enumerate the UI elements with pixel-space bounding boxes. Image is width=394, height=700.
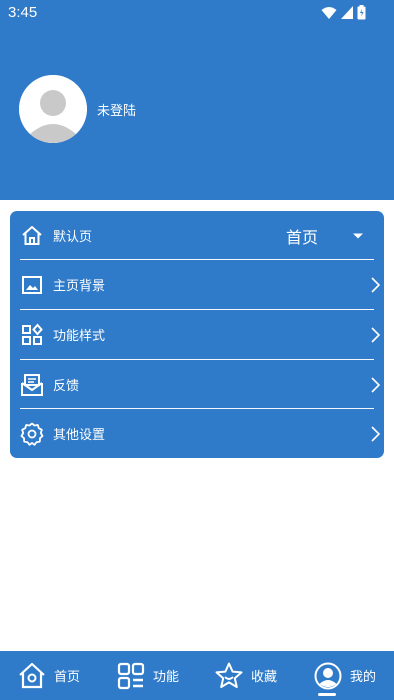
chevron-right-icon <box>371 276 381 293</box>
nav-item-home[interactable]: 首页 <box>18 651 80 700</box>
settings-menu-card: 默认页 首页 主页背景 功能样式 反馈 其他设置 <box>10 211 384 458</box>
nav-item-favorites[interactable]: 收藏 <box>215 651 277 700</box>
grid-icon <box>117 662 145 689</box>
app-screen: 3:45 未登陆 默认页 首页 主页背景 功能样式 反馈 其他设置 首页 功能 … <box>0 0 394 700</box>
star-icon <box>215 662 243 688</box>
nav-item-label: 功能 <box>153 670 180 685</box>
menu-item-label: 主页背景 <box>53 279 106 294</box>
avatar[interactable] <box>19 75 87 143</box>
menu-item-function-style[interactable]: 功能样式 <box>10 310 384 359</box>
menu-item-other-settings[interactable]: 其他设置 <box>10 409 384 458</box>
selected-tab-indicator <box>318 693 336 696</box>
feedback-icon <box>21 373 43 396</box>
wifi-icon <box>321 6 337 19</box>
menu-item-home-background[interactable]: 主页背景 <box>10 260 384 309</box>
status-bar: 3:45 <box>0 0 394 28</box>
status-icons <box>321 5 366 20</box>
gear-icon <box>20 422 44 446</box>
grid-icon <box>22 322 43 345</box>
signal-icon <box>341 6 353 19</box>
battery-icon <box>357 5 366 20</box>
menu-item-label: 反馈 <box>53 379 80 394</box>
nav-item-label: 我的 <box>350 670 377 685</box>
nav-item-functions[interactable]: 功能 <box>117 651 179 700</box>
menu-item-default-page[interactable]: 默认页 首页 <box>10 211 384 260</box>
chevron-right-icon <box>371 425 381 442</box>
status-time: 3:45 <box>8 4 38 21</box>
menu-item-label: 其他设置 <box>53 428 106 443</box>
menu-item-feedback[interactable]: 反馈 <box>10 360 384 409</box>
chevron-right-icon <box>371 326 381 343</box>
default-avatar-icon <box>19 75 87 143</box>
user-icon <box>314 662 342 689</box>
caret-down-icon[interactable] <box>352 232 364 240</box>
nav-item-label: 收藏 <box>251 670 278 685</box>
nav-item-label: 首页 <box>54 670 81 685</box>
default-page-select-value[interactable]: 首页 <box>286 224 318 248</box>
image-icon <box>22 275 42 294</box>
home-icon <box>19 662 45 688</box>
menu-item-label: 默认页 <box>53 230 93 245</box>
chevron-right-icon <box>371 376 381 393</box>
profile-header: 3:45 未登陆 <box>0 0 394 200</box>
menu-item-label: 功能样式 <box>53 329 106 344</box>
login-status-text[interactable]: 未登陆 <box>97 100 136 119</box>
bottom-navigation: 首页 功能 收藏 我的 <box>0 651 394 700</box>
home-icon <box>22 225 42 245</box>
